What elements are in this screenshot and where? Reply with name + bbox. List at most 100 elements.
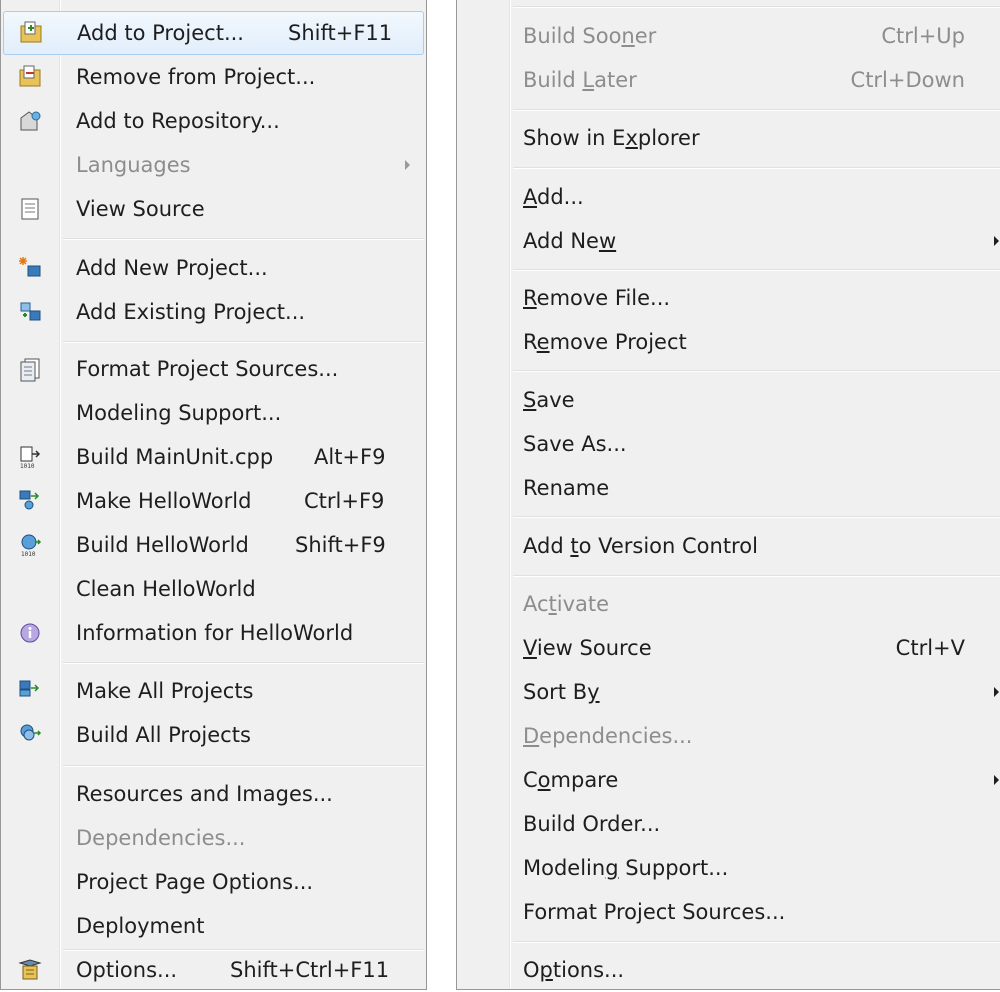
menu-item-label: Format Project Sources... — [76, 357, 339, 381]
menu-item-sort-by[interactable]: Sort By — [459, 670, 1000, 714]
menu-item-add-existing-project[interactable]: Add Existing Project... — [3, 290, 424, 334]
menu-item-clean-helloworld[interactable]: Clean HelloWorld — [3, 567, 424, 611]
menu-separator — [513, 109, 1000, 111]
menu-item-label: Remove from Project... — [76, 65, 316, 89]
menu-item-save[interactable]: Save — [459, 378, 1000, 422]
menu-item-show-in-explorer[interactable]: Show in Explorer — [459, 116, 1000, 160]
menu-item-label: Activate — [523, 592, 610, 616]
menu-item-build-later[interactable]: Build Later Ctrl+Down — [459, 58, 1000, 102]
menu-separator — [513, 269, 1000, 271]
menu-item-remove-from-project[interactable]: Remove from Project... — [3, 55, 424, 99]
menu-item-label: Remove File... — [523, 286, 671, 310]
svg-text:1010: 1010 — [21, 551, 36, 558]
submenu-arrow-icon — [405, 160, 410, 170]
menu-item-activate[interactable]: Activate — [459, 582, 1000, 626]
format-sources-icon — [17, 356, 43, 382]
menu-item-label: Build Order... — [523, 812, 661, 836]
menu-item-options[interactable]: Options... Shift+Ctrl+F11 — [3, 948, 424, 992]
menu-item-options[interactable]: Options... — [459, 948, 1000, 992]
add-to-repository-icon — [17, 108, 43, 134]
menu-item-modeling-support[interactable]: Modeling Support... — [459, 846, 1000, 890]
menu-item-shortcut: Ctrl+Down — [850, 68, 965, 92]
menu-item-compare[interactable]: Compare — [459, 758, 1000, 802]
menu-item-add-to-repository[interactable]: Add to Repository... — [3, 99, 424, 143]
project-context-menu: Add to Project... Shift+F11 Remove from … — [0, 0, 427, 990]
menu-item-information-helloworld[interactable]: Information for HelloWorld — [3, 611, 424, 655]
menu-item-save-as[interactable]: Save As... — [459, 422, 1000, 466]
menu-item-add[interactable]: Add... — [459, 175, 1000, 219]
menu-item-shortcut: Alt+F9 — [314, 445, 386, 469]
menu-item-label: Remove Project — [523, 330, 687, 354]
menu-item-add-to-version-control[interactable]: Add to Version Control — [459, 524, 1000, 568]
menu-item-shortcut: Ctrl+F9 — [304, 489, 385, 513]
options-icon — [17, 957, 43, 983]
menu-item-label: Build MainUnit.cpp — [76, 445, 274, 469]
menu-item-dependencies[interactable]: Dependencies... — [3, 816, 424, 860]
submenu-arrow-icon — [994, 775, 999, 785]
menu-item-rename[interactable]: Rename — [459, 466, 1000, 510]
menu-item-shortcut: Shift+Ctrl+F11 — [230, 958, 390, 982]
menu-separator — [63, 341, 424, 343]
make-project-icon — [17, 488, 43, 514]
menu-item-add-new-project[interactable]: Add New Project... — [3, 246, 424, 290]
menu-item-label: Dependencies... — [76, 826, 246, 850]
menu-item-label: Sort By — [523, 680, 600, 704]
menu-item-modeling-support[interactable]: Modeling Support... — [3, 391, 424, 435]
menu-item-format-project-sources[interactable]: Format Project Sources... — [459, 890, 1000, 934]
menu-item-build-sooner[interactable]: Build Sooner Ctrl+Up — [459, 14, 1000, 58]
menu-item-view-source[interactable]: View Source — [3, 187, 424, 231]
build-project-icon: 1010 — [17, 532, 43, 558]
make-all-icon — [17, 678, 43, 704]
menu-item-shortcut: Ctrl+Up — [881, 24, 965, 48]
submenu-arrow-icon — [994, 687, 999, 697]
menu-item-label: Modeling Support... — [76, 401, 282, 425]
menu-item-remove-project[interactable]: Remove Project — [459, 320, 1000, 364]
menu-item-build-helloworld[interactable]: 1010 Build HelloWorld Shift+F9 — [3, 523, 424, 567]
menu-item-label: Resources and Images... — [76, 782, 333, 806]
menu-item-label: Save As... — [523, 432, 627, 456]
menu-item-format-project-sources[interactable]: Format Project Sources... — [3, 347, 424, 391]
menu-item-label: Add to Repository... — [76, 109, 280, 133]
menu-item-view-source[interactable]: View Source Ctrl+V — [459, 626, 1000, 670]
menu-separator — [513, 6, 1000, 8]
menu-separator — [513, 370, 1000, 372]
menu-separator — [63, 662, 424, 664]
menu-item-label: Options... — [76, 958, 178, 982]
menu-item-shortcut: Ctrl+V — [895, 636, 965, 660]
menu-item-shortcut: Shift+F11 — [288, 21, 393, 45]
menu-item-remove-file[interactable]: Remove File... — [459, 276, 1000, 320]
menu-separator — [513, 941, 1000, 943]
menu-item-label: Build All Projects — [76, 723, 251, 747]
menu-item-label: Show in Explorer — [523, 126, 700, 150]
menu-item-add-new[interactable]: Add New — [459, 219, 1000, 263]
menu-item-label: Deployment — [76, 914, 205, 938]
submenu-arrow-icon — [994, 236, 999, 246]
menu-item-project-page-options[interactable]: Project Page Options... — [3, 860, 424, 904]
menu-item-label: Add... — [523, 185, 584, 209]
menu-item-make-helloworld[interactable]: Make HelloWorld Ctrl+F9 — [3, 479, 424, 523]
add-to-project-icon — [18, 20, 44, 46]
menu-item-label: Languages — [76, 153, 191, 177]
build-all-icon — [17, 722, 43, 748]
menu-item-label: Project Page Options... — [76, 870, 314, 894]
menu-item-make-all-projects[interactable]: Make All Projects — [3, 669, 424, 713]
menu-item-label: Build HelloWorld — [76, 533, 249, 557]
menu-item-languages[interactable]: Languages — [3, 143, 424, 187]
menu-item-label: Modeling Support... — [523, 856, 729, 880]
menu-item-build-all-projects[interactable]: Build All Projects — [3, 713, 424, 757]
menu-item-label: Add to Project... — [77, 21, 244, 45]
menu-item-add-to-project[interactable]: Add to Project... Shift+F11 — [3, 11, 424, 55]
add-existing-project-icon — [17, 299, 43, 325]
remove-from-project-icon — [17, 64, 43, 90]
menu-item-deployment[interactable]: Deployment — [3, 904, 424, 948]
add-new-project-icon — [17, 255, 43, 281]
menu-item-label: Rename — [523, 476, 610, 500]
menu-item-build-mainunit[interactable]: 1010 Build MainUnit.cpp Alt+F9 — [3, 435, 424, 479]
menu-item-label: Options... — [523, 958, 625, 982]
menu-item-label: View Source — [523, 636, 652, 660]
menu-item-shortcut: Shift+F9 — [295, 533, 386, 557]
menu-item-resources-and-images[interactable]: Resources and Images... — [3, 772, 424, 816]
information-icon — [17, 620, 43, 646]
menu-item-dependencies[interactable]: Dependencies... — [459, 714, 1000, 758]
menu-item-build-order[interactable]: Build Order... — [459, 802, 1000, 846]
